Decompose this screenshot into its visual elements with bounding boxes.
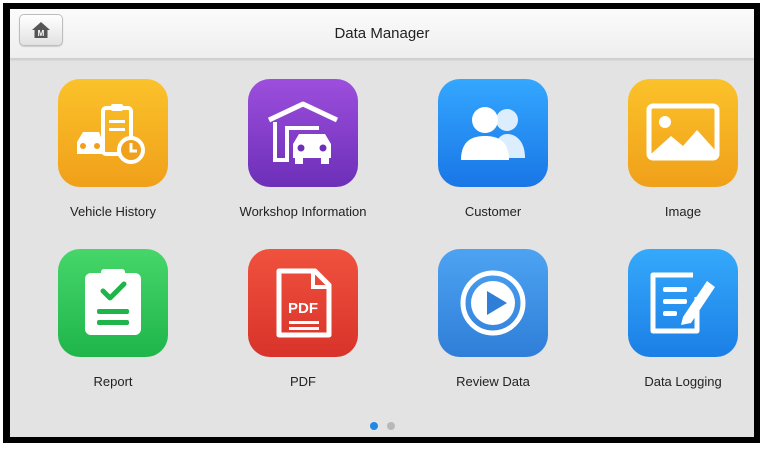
app-data-logging[interactable]: Data Logging <box>588 229 754 389</box>
app-customer[interactable]: Customer <box>398 59 588 219</box>
app-label: Data Logging <box>644 374 722 389</box>
pdf-document-icon: PDF <box>248 249 358 357</box>
title-bar: M Data Manager <box>10 9 754 59</box>
app-workshop-information[interactable]: Workshop Information <box>208 59 398 219</box>
device-bezel: M Data Manager Vehicle History Workshop … <box>3 3 760 443</box>
app-label: Review Data <box>456 374 530 389</box>
page-dot-1[interactable] <box>369 422 378 430</box>
app-report[interactable]: Report <box>18 229 208 389</box>
app-label: PDF <box>290 374 316 389</box>
app-image[interactable]: Image <box>588 59 754 219</box>
report-clipboard-icon <box>58 249 168 357</box>
vehicle-history-icon <box>58 79 168 187</box>
app-label: Vehicle History <box>70 204 156 219</box>
screen: M Data Manager Vehicle History Workshop … <box>10 9 754 437</box>
app-grid: Vehicle History Workshop Information Cus… <box>10 59 754 399</box>
data-logging-edit-icon <box>628 249 738 357</box>
app-label: Image <box>664 204 702 219</box>
app-label: Customer <box>464 204 522 219</box>
app-pdf[interactable]: PDF PDF <box>208 229 398 389</box>
app-label: Workshop Information <box>239 204 367 219</box>
app-vehicle-history[interactable]: Vehicle History <box>18 59 208 219</box>
app-label: Report <box>93 374 133 389</box>
image-picture-icon <box>628 79 738 187</box>
review-play-icon <box>438 249 548 357</box>
app-review-data[interactable]: Review Data <box>398 229 588 389</box>
page-dot-2[interactable] <box>386 422 395 430</box>
page-title: Data Manager <box>334 25 430 42</box>
workshop-garage-icon <box>248 79 358 187</box>
customer-people-icon <box>438 79 548 187</box>
page-indicator <box>10 422 754 430</box>
svg-text:PDF: PDF <box>288 300 318 317</box>
